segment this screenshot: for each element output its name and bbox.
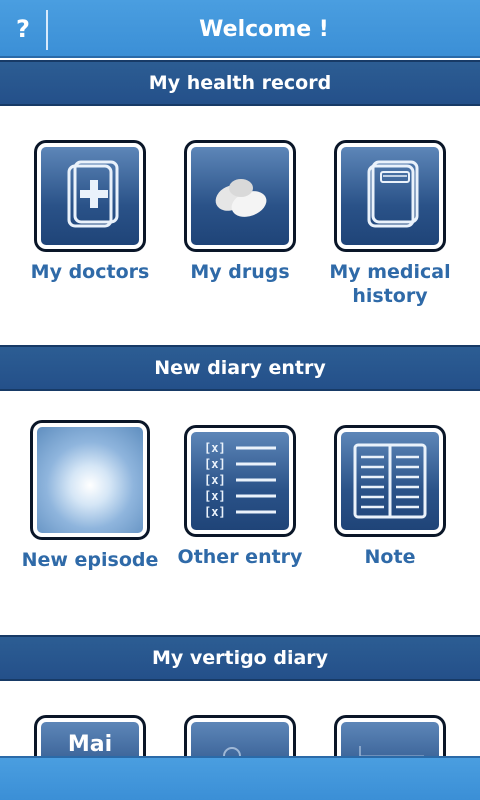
- section-header-vertigo-diary: My vertigo diary: [0, 635, 480, 681]
- note-tile[interactable]: Note: [315, 425, 465, 569]
- note-label: Note: [364, 546, 416, 568]
- my-medical-history-button[interactable]: [334, 140, 446, 252]
- help-button[interactable]: ?: [0, 0, 46, 58]
- section-header-health-record: My health record: [0, 60, 480, 106]
- my-doctors-label: My doctors: [30, 261, 150, 283]
- open-book-icon: [353, 443, 427, 519]
- doctor-book-icon: [67, 160, 119, 228]
- svg-text:[x]: [x]: [204, 505, 226, 519]
- top-bar: ? Welcome !: [0, 0, 480, 58]
- svg-text:[x]: [x]: [204, 441, 226, 455]
- calendar-icon: Mai: [67, 732, 113, 757]
- my-drugs-tile[interactable]: My drugs: [165, 140, 315, 284]
- other-entry-label: Other entry: [177, 546, 303, 568]
- note-button[interactable]: [334, 425, 446, 537]
- my-medical-history-tile[interactable]: My medical history: [315, 140, 465, 308]
- other-entry-button[interactable]: [x] [x] [x] [x] [x]: [184, 425, 296, 537]
- my-drugs-button[interactable]: [184, 140, 296, 252]
- checklist-icon: [x] [x] [x] [x] [x]: [204, 441, 276, 519]
- my-doctors-button[interactable]: [34, 140, 146, 252]
- svg-text:[x]: [x]: [204, 457, 226, 471]
- new-episode-button[interactable]: [30, 420, 150, 540]
- my-doctors-tile[interactable]: My doctors: [15, 140, 165, 284]
- notebook-icon: [367, 160, 419, 228]
- new-episode-label: New episode: [21, 549, 159, 571]
- svg-text:[x]: [x]: [204, 489, 226, 503]
- bottom-bar: [0, 756, 480, 800]
- swirl-icon: [33, 423, 147, 537]
- pills-icon: [215, 179, 267, 217]
- new-episode-tile[interactable]: New episode: [15, 420, 165, 572]
- my-drugs-label: My drugs: [190, 261, 290, 283]
- svg-text:[x]: [x]: [204, 473, 226, 487]
- other-entry-tile[interactable]: [x] [x] [x] [x] [x] Other entry: [165, 425, 315, 569]
- section-header-new-diary-entry: New diary entry: [0, 345, 480, 391]
- page-title: Welcome !: [199, 17, 329, 42]
- my-medical-history-label: My medical history: [329, 261, 451, 307]
